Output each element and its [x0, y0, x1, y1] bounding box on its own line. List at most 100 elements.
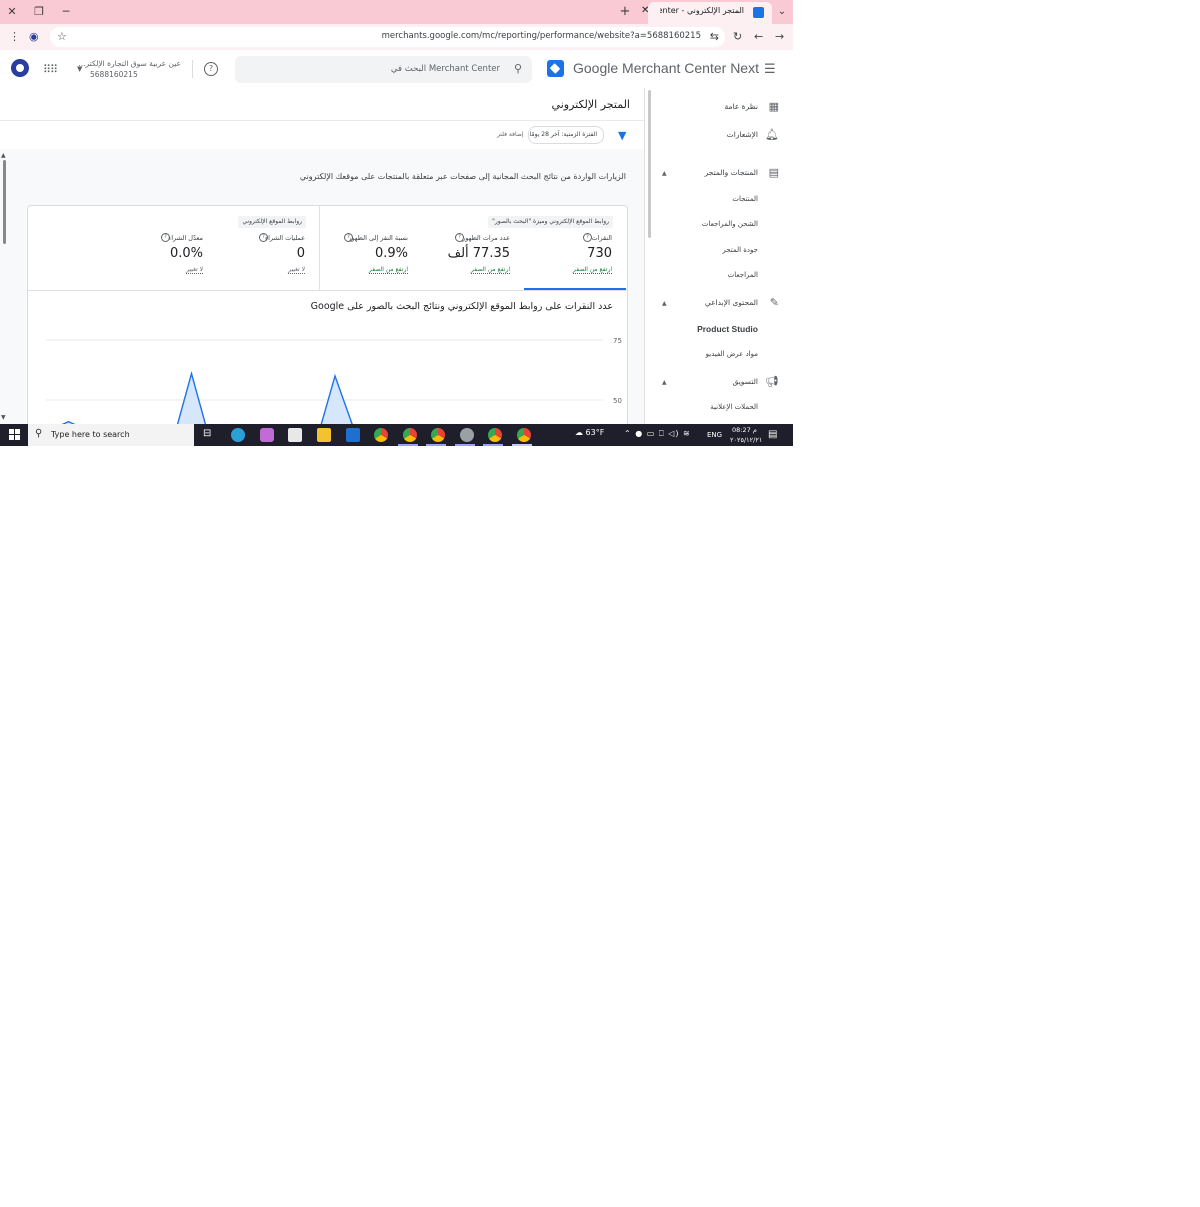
chrome-icon[interactable]: [488, 428, 502, 442]
help-icon[interactable]: ?: [455, 233, 464, 242]
language-indicator[interactable]: ENG: [707, 431, 722, 439]
magic-wand-icon: ✎: [769, 296, 779, 309]
window-restore-icon[interactable]: ❐: [30, 3, 48, 21]
app-icon[interactable]: [460, 428, 474, 442]
collapse-chevron-icon[interactable]: ▲: [662, 170, 667, 177]
apps-grid-icon[interactable]: ⠿⠿: [43, 63, 58, 76]
metric-change[interactable]: ارتفع من الصفر: [470, 266, 510, 274]
help-icon[interactable]: ?: [583, 233, 592, 242]
search-input[interactable]: البحث في Merchant Center ⚲: [235, 56, 532, 83]
file-explorer-icon[interactable]: [317, 428, 331, 442]
site-settings-icon[interactable]: ⇆: [710, 30, 719, 43]
metric-change[interactable]: ارتفع من الصفر: [572, 266, 612, 274]
date-range-chip[interactable]: الفترة الزمنية: آخر 28 يومًا: [528, 126, 604, 144]
account-dropdown-icon[interactable]: ▼: [77, 65, 82, 73]
back-icon[interactable]: ←: [754, 30, 763, 43]
tab-close-icon[interactable]: ✕: [641, 5, 649, 16]
outlook-icon[interactable]: [346, 428, 360, 442]
chart-title: عدد النقرات على روابط الموقع الإلكتروني …: [310, 301, 613, 312]
data-point[interactable]: [334, 375, 336, 377]
bookmark-star-icon[interactable]: ☆: [57, 30, 67, 43]
address-bar[interactable]: ☆ merchants.google.com/mc/reporting/perf…: [50, 27, 725, 47]
help-icon[interactable]: ?: [344, 233, 353, 242]
browser-menu-icon[interactable]: ⋮: [9, 30, 20, 43]
forward-icon[interactable]: →: [775, 30, 784, 43]
metric-change[interactable]: لا تغيير: [186, 266, 203, 274]
reload-icon[interactable]: ↻: [733, 30, 742, 43]
hamburger-menu-icon[interactable]: ☰: [764, 62, 776, 77]
clock-time[interactable]: 08:27 م: [732, 426, 757, 434]
edge-browser-icon[interactable]: [231, 428, 245, 442]
clock-date[interactable]: ٢٠٢٥/١٢/٢١: [730, 436, 762, 444]
copilot-icon[interactable]: [260, 428, 274, 442]
sidebar-item-overview[interactable]: نظرة عامة: [725, 102, 759, 111]
store-icon[interactable]: [288, 428, 302, 442]
metric-change[interactable]: ارتفع من الصفر: [368, 266, 408, 274]
sidebar-item-campaigns[interactable]: الحملات الإعلانية: [710, 403, 758, 411]
bell-icon: 🔔︎: [765, 128, 779, 141]
help-icon[interactable]: ?: [259, 233, 268, 242]
metric-label: عدد مرات الظهور: [462, 234, 510, 242]
scrollbar-thumb[interactable]: [648, 90, 651, 238]
sidebar-item-reviews[interactable]: المراجعات: [728, 271, 758, 279]
main-scrollbar[interactable]: [644, 88, 653, 424]
add-filter-button[interactable]: إضافة فلتر: [497, 131, 524, 138]
windows-taskbar: ⚲ Type here to search ⊟ ☁ 63°F ⌃ ● ▭ ⎕ ◁…: [0, 424, 793, 446]
account-name[interactable]: عين عربية سوق التجارة الإلكتر...: [78, 59, 181, 68]
metric-impressions[interactable]: عدد مرات الظهور ? 77.35 ألف ارتفع من الص…: [410, 233, 510, 288]
chrome-icon[interactable]: [374, 428, 388, 442]
weather-widget[interactable]: ☁ 63°F: [575, 428, 604, 437]
scroll-up-icon[interactable]: ▲: [1, 152, 6, 159]
avatar[interactable]: [11, 59, 29, 77]
task-view-icon[interactable]: ⊟: [203, 428, 211, 439]
collapse-chevron-icon[interactable]: ▲: [662, 300, 667, 307]
metric-ctr[interactable]: نسبة النقر إلى الظهور ? 0.9% ارتفع من ال…: [308, 233, 408, 288]
sidebar-item-creative-content[interactable]: المحتوى الإبداعي: [705, 298, 758, 307]
help-icon[interactable]: ?: [204, 62, 218, 76]
search-icon: ⚲: [35, 428, 43, 439]
browser-tab[interactable]: ✕ المتجر الإلكتروني - Merchant Center: [641, 2, 772, 24]
chrome-icon[interactable]: [517, 428, 531, 442]
profile-icon[interactable]: ◉: [29, 30, 39, 43]
sidebar-item-products[interactable]: المنتجات: [732, 195, 758, 203]
merchant-center-logo-icon: [547, 60, 564, 77]
sidebar-item-product-studio[interactable]: Product Studio: [697, 324, 758, 334]
account-id: 5688160215: [90, 70, 138, 79]
metric-change[interactable]: لا تغيير: [288, 266, 305, 274]
collapse-chevron-icon[interactable]: ▲: [662, 379, 667, 386]
metric-label: نسبة النقر إلى الظهور: [348, 234, 408, 242]
sidebar-item-store-quality[interactable]: جودة المتجر: [722, 246, 758, 254]
new-tab-icon[interactable]: +: [616, 3, 634, 21]
url-text[interactable]: merchants.google.com/mc/reporting/perfor…: [382, 31, 701, 41]
metric-clicks[interactable]: النقرات ? 730 ارتفع من الصفر: [512, 233, 612, 288]
metric-purchases[interactable]: عمليات الشراء ? 0 لا تغيير: [205, 233, 305, 288]
filter-icon[interactable]: ▼: [618, 129, 626, 142]
chrome-icon[interactable]: [431, 428, 445, 442]
system-tray-icons[interactable]: ⌃ ● ▭ ⎕ ◁) ≋: [624, 429, 691, 439]
metric-value: 0.0%: [169, 246, 203, 261]
notification-center-icon[interactable]: ▤: [768, 429, 777, 440]
help-icon[interactable]: ?: [161, 233, 170, 242]
taskbar-search-input[interactable]: ⚲ Type here to search: [28, 424, 194, 446]
data-point[interactable]: [190, 373, 193, 375]
header-divider: [192, 60, 193, 78]
chrome-icon[interactable]: [403, 428, 417, 442]
sidebar-item-shipping-returns[interactable]: الشحن والمراجعات: [702, 220, 758, 228]
y-tick-label: 75: [613, 337, 622, 345]
sidebar-item-video-assets[interactable]: مواد عرض الفيديو: [706, 350, 758, 358]
sidebar-item-notifications[interactable]: الإشعارات: [727, 130, 758, 139]
screen: ✕ ❐ ─ + ✕ المتجر الإلكتروني - Merchant C…: [0, 0, 793, 446]
tab-search-icon[interactable]: ⌄: [773, 3, 791, 21]
content-scrollbar[interactable]: ▲ ▼: [0, 152, 8, 424]
running-app-indicator: [455, 444, 475, 446]
divider: [28, 290, 627, 291]
sidebar-item-products-store[interactable]: المنتجات والمتجر: [705, 168, 758, 177]
scrollbar-thumb[interactable]: [3, 160, 6, 244]
scroll-down-icon[interactable]: ▼: [1, 414, 6, 421]
window-minimize-icon[interactable]: ─: [57, 3, 75, 21]
metric-purchase-rate[interactable]: معدّل الشراء ? 0.0% لا تغيير: [103, 233, 203, 288]
windows-start-icon[interactable]: [9, 429, 20, 440]
data-point[interactable]: [67, 421, 70, 423]
sidebar-item-marketing[interactable]: التسويق: [732, 377, 758, 386]
window-close-icon[interactable]: ✕: [3, 3, 21, 21]
